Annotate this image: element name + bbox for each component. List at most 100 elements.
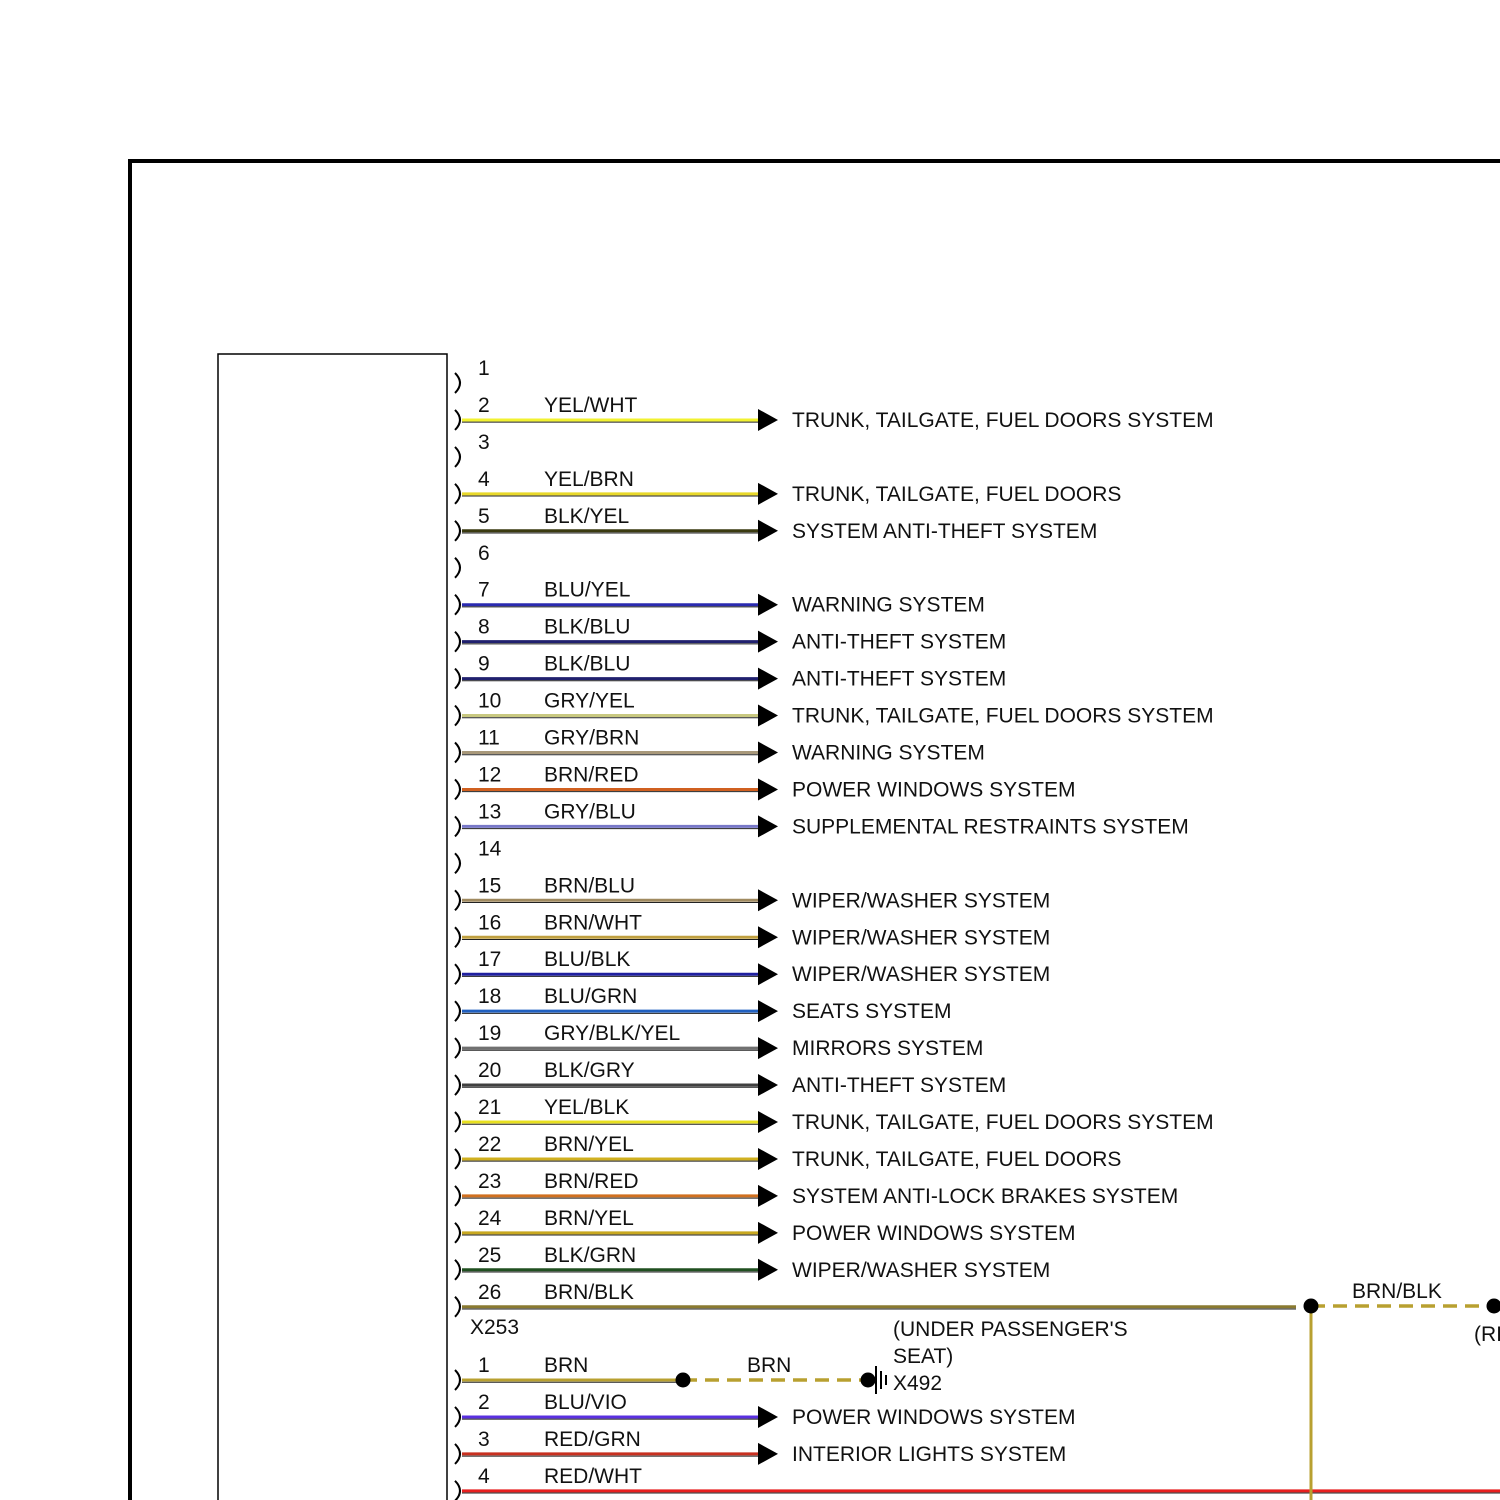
destination-label[interactable]: ANTI-THEFT SYSTEM bbox=[792, 1074, 1006, 1097]
destination-label[interactable]: POWER WINDOWS SYSTEM bbox=[792, 1406, 1076, 1429]
wire-color-label: RED/GRN bbox=[544, 1428, 641, 1451]
connector-terminal bbox=[454, 1259, 461, 1281]
pin-number: 3 bbox=[478, 1428, 490, 1451]
destination-label[interactable]: SEATS SYSTEM bbox=[792, 1000, 951, 1023]
pin-number: 24 bbox=[478, 1207, 502, 1230]
arrow-icon bbox=[758, 1442, 778, 1465]
splice-right-label: (RI bbox=[1474, 1323, 1500, 1346]
pin-number: 1 bbox=[478, 357, 490, 380]
pin-row: 8 BLK/BLU ANTI-THEFT SYSTEM bbox=[454, 616, 1006, 654]
destination-label[interactable]: POWER WINDOWS SYSTEM bbox=[792, 778, 1076, 801]
pin-row: 5 BLK/YEL SYSTEM ANTI-THEFT SYSTEM bbox=[454, 505, 1097, 543]
destination-label[interactable]: SUPPLEMENTAL RESTRAINTS SYSTEM bbox=[792, 815, 1189, 838]
pin-number: 20 bbox=[478, 1059, 501, 1082]
arrow-icon bbox=[758, 1074, 778, 1097]
arrow-icon bbox=[758, 1000, 778, 1023]
wire-color-label: BRN/WHT bbox=[544, 911, 642, 934]
splice-dot bbox=[1303, 1298, 1319, 1314]
pin-row: 26 BRN/BLK bbox=[454, 1281, 1296, 1318]
destination-label[interactable]: WARNING SYSTEM bbox=[792, 742, 985, 765]
destination-label[interactable]: WIPER/WASHER SYSTEM bbox=[792, 1259, 1050, 1282]
pin-row: 10 GRY/YEL TRUNK, TAILGATE, FUEL DOORS SYS… bbox=[454, 690, 1214, 728]
pin-number: 22 bbox=[478, 1133, 501, 1156]
pin-number: 11 bbox=[478, 727, 500, 750]
destination-label[interactable]: ANTI-THEFT SYSTEM bbox=[792, 631, 1006, 654]
arrow-icon bbox=[758, 482, 778, 505]
arrow-icon bbox=[758, 1221, 778, 1244]
pin-row: 6 bbox=[454, 542, 490, 579]
pin-number: 10 bbox=[478, 690, 501, 713]
connector-terminal bbox=[454, 446, 461, 468]
arrow-icon bbox=[758, 963, 778, 986]
destination-label[interactable]: WIPER/WASHER SYSTEM bbox=[792, 963, 1050, 986]
wire-color-label: BRN/BLU bbox=[544, 874, 635, 897]
connector-terminal bbox=[454, 557, 461, 579]
pin-number: 16 bbox=[478, 911, 501, 934]
pin-row: 15 BRN/BLU WIPER/WASHER SYSTEM bbox=[454, 874, 1050, 912]
destination-label[interactable]: SYSTEM ANTI-LOCK BRAKES SYSTEM bbox=[792, 1185, 1178, 1208]
wiring-diagram: 12 YEL/WHTTRUNK, TAILGATE, FUEL DOORS SYS… bbox=[128, 159, 1500, 1500]
destination-label[interactable]: INTERIOR LIGHTS SYSTEM bbox=[792, 1443, 1066, 1466]
pin-row: 13 GRY/BLU SUPPLEMENTAL RESTRAINTS SYSTEM bbox=[454, 800, 1189, 838]
pin-number: 26 bbox=[478, 1281, 501, 1304]
destination-label[interactable]: POWER WINDOWS SYSTEM bbox=[792, 1222, 1076, 1245]
arrow-icon bbox=[758, 1037, 778, 1060]
pin-number: 4 bbox=[478, 1465, 490, 1488]
destination-label[interactable]: TRUNK, TAILGATE, FUEL DOORS SYSTEM bbox=[792, 705, 1214, 728]
connector-terminal bbox=[454, 889, 461, 912]
arrow-icon bbox=[758, 704, 778, 727]
connector-terminal bbox=[454, 1074, 461, 1096]
wire-color-label: BRN/RED bbox=[544, 1170, 639, 1193]
destination-label[interactable]: WIPER/WASHER SYSTEM bbox=[792, 926, 1050, 949]
pin-row: 3 RED/GRN INTERIOR LIGHTS SYSTEM bbox=[454, 1428, 1066, 1466]
pin-number: 1 bbox=[478, 1354, 490, 1377]
destination-label[interactable]: ANTI-THEFT SYSTEM bbox=[792, 668, 1006, 691]
pin-row: 1 BRN bbox=[454, 1354, 683, 1391]
wire-color-label: BLU/GRN bbox=[544, 985, 637, 1008]
ground-terminal-dot bbox=[860, 1372, 876, 1388]
arrow-icon bbox=[758, 815, 778, 838]
ground-location-line1: (UNDER PASSENGER'S bbox=[893, 1318, 1128, 1341]
wire-color-label: GRY/YEL bbox=[544, 690, 635, 713]
pin-row: 25 BLK/GRN WIPER/WASHER SYSTEM bbox=[454, 1244, 1050, 1282]
wire-color-label: BRN/YEL bbox=[544, 1207, 634, 1230]
destination-label[interactable]: MIRRORS SYSTEM bbox=[792, 1037, 983, 1060]
pin-row: 23 BRN/RED SYSTEM ANTI-LOCK BRAKES SYSTEM bbox=[454, 1170, 1178, 1208]
destination-label[interactable]: WARNING SYSTEM bbox=[792, 594, 985, 617]
pin-row: 18 BLU/GRN SEATS SYSTEM bbox=[454, 985, 951, 1023]
pin-number: 9 bbox=[478, 653, 490, 676]
pin-number: 8 bbox=[478, 616, 490, 639]
destination-label[interactable]: TRUNK, TAILGATE, FUEL DOORS bbox=[792, 1148, 1121, 1171]
connector-terminal bbox=[454, 963, 461, 985]
arrow-icon bbox=[758, 1111, 778, 1133]
connector-terminal bbox=[454, 1111, 461, 1133]
pin-row: 22 BRN/YEL TRUNK, TAILGATE, FUEL DOORS bbox=[454, 1133, 1121, 1171]
pin-row: 16 BRN/WHT WIPER/WASHER SYSTEM bbox=[454, 911, 1050, 949]
pin-row: 12 BRN/RED POWER WINDOWS SYSTEM bbox=[454, 763, 1076, 801]
arrow-icon bbox=[758, 741, 778, 764]
wire-color-label: YEL/BRN bbox=[544, 468, 634, 491]
destination-label[interactable]: SYSTEM ANTI-THEFT SYSTEM bbox=[792, 520, 1097, 543]
connector-terminal bbox=[454, 741, 461, 764]
connector-terminal bbox=[454, 630, 461, 653]
connector-terminal bbox=[454, 852, 461, 875]
destination-label[interactable]: WIPER/WASHER SYSTEM bbox=[792, 889, 1050, 912]
component-box bbox=[217, 353, 448, 1500]
wire-color-label: BLU/VIO bbox=[544, 1391, 627, 1414]
wire-color-label: BRN/YEL bbox=[544, 1133, 634, 1156]
connector-terminal bbox=[454, 593, 461, 616]
arrow-icon bbox=[758, 1184, 778, 1207]
destination-label[interactable]: TRUNK, TAILGATE, FUEL DOORS bbox=[792, 483, 1121, 506]
pin-row: 7 BLU/YEL WARNING SYSTEM bbox=[454, 579, 985, 617]
connector-terminal bbox=[454, 1443, 461, 1465]
pin-number: 14 bbox=[478, 837, 502, 860]
destination-label[interactable]: TRUNK, TAILGATE, FUEL DOORS SYSTEM bbox=[792, 409, 1214, 432]
pin-number: 19 bbox=[478, 1022, 501, 1045]
destination-label[interactable]: TRUNK, TAILGATE, FUEL DOORS SYSTEM bbox=[792, 1111, 1214, 1134]
pin-number: 21 bbox=[478, 1096, 501, 1119]
pin-number: 2 bbox=[478, 394, 490, 417]
connector-terminal bbox=[454, 372, 461, 394]
connector-terminal bbox=[454, 926, 461, 948]
ground-location-line2: SEAT) bbox=[893, 1345, 953, 1368]
pin-row: 1 bbox=[454, 357, 490, 394]
